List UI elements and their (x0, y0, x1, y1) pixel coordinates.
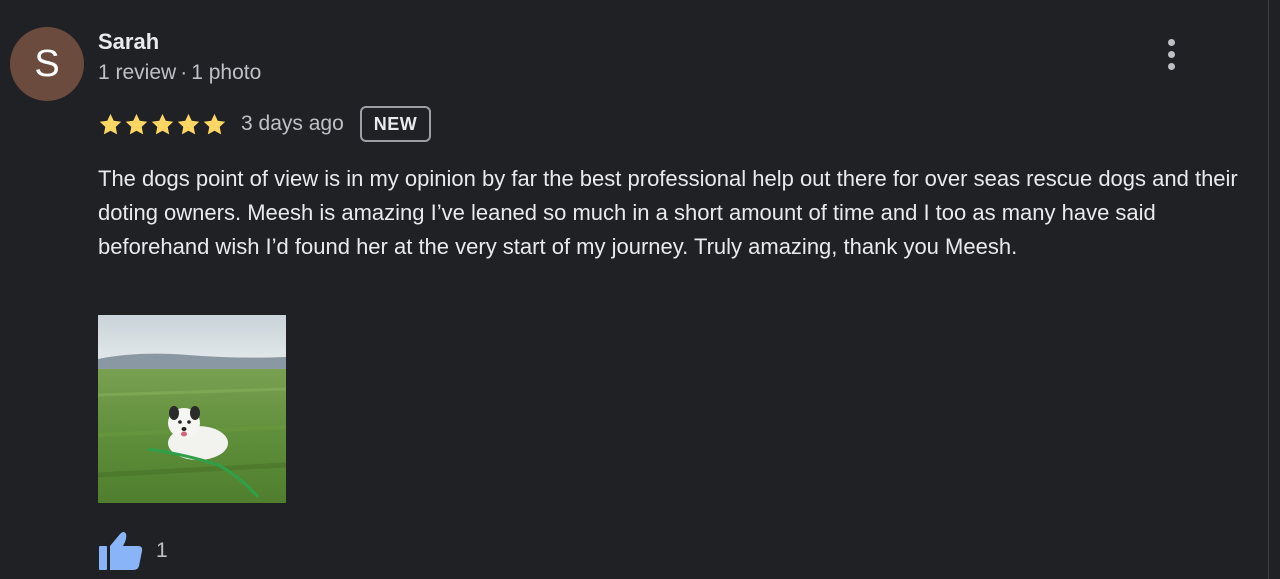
more-vert-icon (1167, 39, 1175, 46)
photo-count: 1 photo (191, 61, 262, 84)
review-photo[interactable] (98, 315, 286, 503)
star-icon (177, 113, 200, 134)
dog-photo-image (98, 315, 286, 503)
thumbs-up-icon (99, 532, 143, 570)
star-rating (98, 112, 227, 137)
reviewer-meta: 1 review · 1 photo (98, 61, 261, 85)
star-icon (203, 113, 226, 134)
star-icon (151, 113, 174, 134)
like-button[interactable]: 1 (98, 530, 168, 572)
meta-separator: · (180, 61, 188, 84)
review-date: 3 days ago (241, 112, 344, 135)
review-card: S Sarah 1 review · 1 photo 3 days ago NEW … (0, 0, 1280, 579)
star-icon (99, 113, 122, 134)
like-count: 1 (156, 539, 168, 562)
review-count: 1 review (98, 61, 177, 84)
rating-row: 3 days ago NEW (98, 104, 432, 144)
avatar[interactable]: S (10, 27, 84, 101)
avatar-initial: S (34, 43, 60, 85)
new-badge: NEW (359, 106, 432, 142)
review-text: The dogs point of view is in my opinion … (98, 166, 1238, 259)
panel-edge (1268, 0, 1269, 579)
more-options-button[interactable] (1156, 34, 1186, 74)
reviewer-name[interactable]: Sarah (98, 29, 159, 55)
star-icon (125, 113, 148, 134)
